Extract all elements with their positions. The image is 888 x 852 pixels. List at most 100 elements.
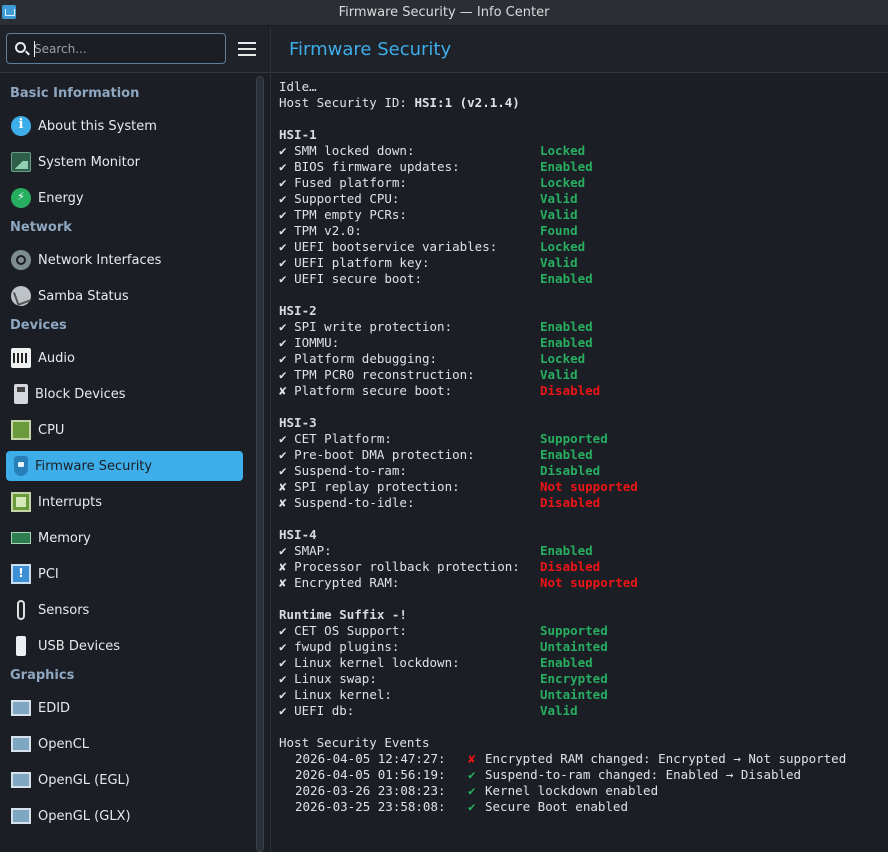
check-mark-icon: ✔ [279,175,287,190]
sidebar-item-system-monitor[interactable]: System Monitor [6,147,243,177]
security-attribute-row: ✘ Processor rollback protection: Disabled [279,559,879,575]
sidebar-item-opencl[interactable]: OpenCL [6,729,243,759]
sidebar-item-firmware-security[interactable]: Firmware Security [6,451,243,481]
sidebar-category-devices: Devices [10,315,239,335]
attribute-label: ✔ SMM locked down: [279,143,414,159]
attribute-value: Valid [540,703,578,718]
check-mark-icon: ✔ [279,351,287,366]
attribute-name: UEFI secure boot: [294,271,422,286]
check-mark-icon: ✔ [468,767,476,782]
attribute-label: ✔ TPM PCR0 reconstruction: [279,367,475,383]
scrollbar-thumb[interactable] [256,76,264,852]
sidebar-item-network-interfaces[interactable]: Network Interfaces [6,245,243,275]
attribute-label: ✘ Suspend-to-idle: [279,495,414,511]
security-event-row: 2026-04-05 01:56:19: ✔ Suspend-to-ram chan… [279,767,879,783]
attribute-label: ✔ Linux kernel lockdown: [279,655,460,671]
security-attribute-row: ✔ Linux swap: Encrypted [279,671,879,687]
hamburger-menu-icon[interactable] [238,42,256,56]
cross-mark-icon: ✘ [279,383,287,398]
event-description: Suspend-to-ram changed: Enabled → Disabl… [485,767,802,782]
sidebar-item-audio[interactable]: Audio [6,343,243,373]
check-mark-icon: ✔ [279,255,287,270]
attribute-name: TPM PCR0 reconstruction: [294,367,475,382]
security-attribute-row: ✔ IOMMU: Enabled [279,335,879,351]
security-attribute-row: ✔ Linux kernel lockdown: Enabled [279,655,879,671]
sidebar-item-block-devices[interactable]: Block Devices [6,379,243,409]
event-description: Encrypted RAM changed: Encrypted → Not s… [485,751,847,766]
check-mark-icon: ✔ [468,783,476,798]
check-mark-icon: ✔ [279,431,287,446]
search-box[interactable] [6,33,226,64]
search-input[interactable] [34,40,219,58]
section-heading: HSI-4 [279,527,879,543]
sidebar-item-memory[interactable]: Memory [6,523,243,553]
check-mark-icon: ✔ [468,799,476,814]
sidebar-item-usb-devices[interactable]: USB Devices [6,631,243,661]
status-line: Idle… [279,79,879,95]
attribute-label: ✔ CET Platform: [279,431,392,447]
attribute-value: Enabled [540,271,593,286]
display-icon [11,700,31,716]
sidebar-scrollbar[interactable] [255,74,265,852]
search-icon [15,42,26,53]
attribute-name: Linux swap: [294,671,377,686]
attribute-label: ✔ BIOS firmware updates: [279,159,460,175]
attribute-value: Valid [540,191,578,206]
attribute-label: ✔ Linux swap: [279,671,377,687]
security-attribute-row: ✘ Encrypted RAM: Not supported [279,575,879,591]
attribute-label: ✔ TPM empty PCRs: [279,207,407,223]
sidebar-item-label: Sensors [38,602,90,618]
toolbar: Firmware Security [0,26,888,73]
category-label: Basic Information [10,85,140,101]
sidebar-category-graphics: Graphics [10,665,239,685]
security-attribute-row: ✔ UEFI platform key: Valid [279,255,879,271]
attribute-label: ✘ Platform secure boot: [279,383,452,399]
attribute-name: SMM locked down: [294,143,415,158]
security-attribute-row: ✔ Pre-boot DMA protection: Enabled [279,447,879,463]
sidebar-item-label: EDID [38,700,71,716]
memory-icon [11,532,31,544]
security-attribute-row: ✔ Platform debugging: Locked [279,351,879,367]
pane-divider[interactable] [270,74,271,852]
check-mark-icon: ✔ [279,543,287,558]
sidebar-item-label: PCI [38,566,59,582]
check-mark-icon: ✔ [279,463,287,478]
attribute-name: Suspend-to-ram: [294,463,407,478]
attribute-name: TPM empty PCRs: [294,207,407,222]
sidebar-item-label: Network Interfaces [38,252,162,268]
info-icon [11,116,31,136]
sidebar-item-sensors[interactable]: Sensors [6,595,243,625]
attribute-label: ✔ UEFI secure boot: [279,271,422,287]
attribute-name: Encrypted RAM: [294,575,400,590]
sidebar-category-network: Network [10,217,239,237]
section-title: HSI-4 [279,527,317,542]
attribute-name: CET Platform: [294,431,392,446]
sidebar-item-about-this-system[interactable]: About this System [6,111,243,141]
section-title: HSI-1 [279,127,317,142]
page-title: Firmware Security [289,39,452,60]
sidebar-item-energy[interactable]: Energy [6,183,243,213]
event-timestamp: 2026-03-25 23:58:08: [295,799,446,814]
sidebar-item-samba-status[interactable]: Samba Status [6,281,243,311]
sidebar-item-pci[interactable]: PCI [6,559,243,589]
sidebar-item-label: OpenCL [38,736,90,752]
title-bar: Firmware Security — Info Center [0,0,888,26]
host-id-value: HSI:1 (v2.1.4) [414,95,520,110]
check-mark-icon: ✔ [279,143,287,158]
attribute-value: Enabled [540,159,593,174]
sidebar-item-label: Interrupts [38,494,102,510]
audio-icon [11,348,31,368]
sidebar-item-label: Memory [38,530,91,546]
event-timestamp: 2026-04-05 12:47:27: [295,751,446,766]
attribute-name: Pre-boot DMA protection: [294,447,475,462]
sidebar-item-edid[interactable]: EDID [6,693,243,723]
host-security-id-line: Host Security ID: HSI:1 (v2.1.4) [279,95,879,111]
sidebar-item-opengl-egl[interactable]: OpenGL (EGL) [6,765,243,795]
event-description: Secure Boot enabled [485,799,628,814]
sidebar-item-cpu[interactable]: CPU [6,415,243,445]
security-attribute-row: ✔ UEFI db: Valid [279,703,879,719]
sidebar-item-interrupts[interactable]: Interrupts [6,487,243,517]
check-mark-icon: ✔ [279,655,287,670]
sidebar-item-opengl-glx[interactable]: OpenGL (GLX) [6,801,243,831]
security-attribute-row: ✔ fwupd plugins: Untainted [279,639,879,655]
